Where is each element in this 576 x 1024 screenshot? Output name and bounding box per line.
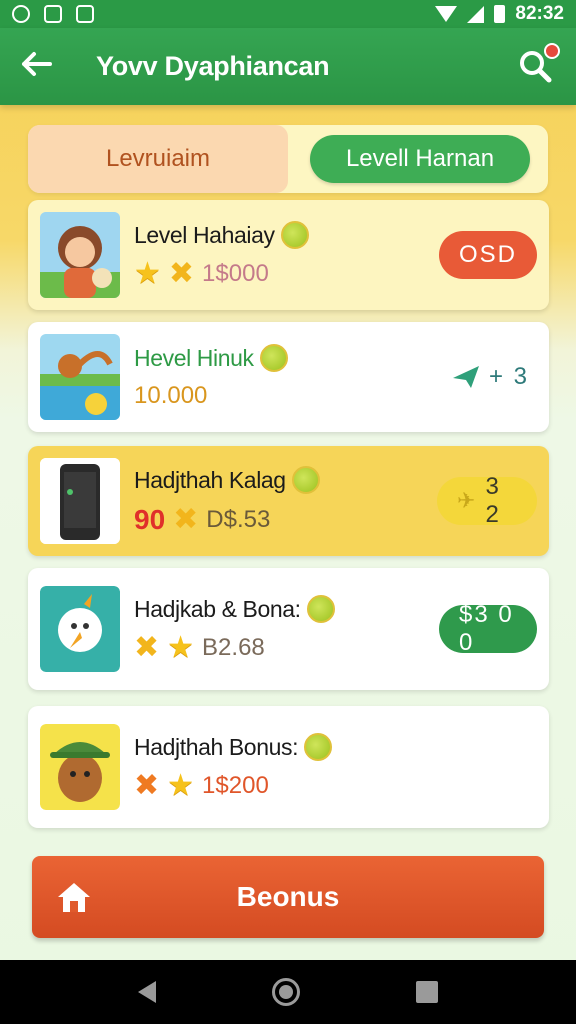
star-icon: ★ [167, 769, 195, 802]
item-thumbnail [40, 458, 120, 544]
search-button[interactable] [516, 42, 560, 87]
back-button[interactable] [20, 49, 60, 85]
cross-icon: ✖ [173, 503, 199, 536]
status-icons-left [12, 5, 94, 23]
item-title-row: Level Hahaiay [134, 221, 439, 249]
item-title-row: Hadjthah Kalag [134, 466, 437, 494]
item-badge-label: 3 2 [485, 473, 501, 528]
item-badge-button[interactable]: OSD [439, 231, 537, 279]
notification-icon [12, 5, 30, 23]
item-value: 1$000 [202, 260, 269, 287]
nav-home-icon[interactable] [272, 978, 300, 1006]
list-item[interactable]: Hadjthah Bonus: ✖ ★ 1$200 [28, 706, 549, 828]
item-title-row: Hevel Hinuk [134, 344, 443, 372]
item-value: D$.53 [206, 506, 271, 533]
item-info: Hevel Hinuk 10.000 [134, 344, 443, 410]
list-item[interactable]: Hevel Hinuk 10.000 + 3 [28, 322, 549, 432]
battery-icon [494, 5, 506, 23]
item-title-row: Hadjkab & Bona: [134, 595, 439, 623]
potato-hat-icon [40, 724, 120, 810]
item-prefix: 90 [134, 504, 166, 535]
coin-icon [306, 595, 335, 623]
coin-icon [304, 733, 333, 761]
chick-icon [40, 586, 120, 672]
plane-icon [452, 366, 479, 388]
item-thumbnail [40, 212, 120, 298]
item-info: Hadjthah Bonus: ✖ ★ 1$200 [134, 733, 537, 801]
girl-avatar-icon [40, 212, 120, 298]
item-stats: ✖ ★ 1$200 [134, 771, 537, 801]
nav-back-icon[interactable] [138, 981, 156, 1003]
item-info: Level Hahaiay ★ ✖ 1$000 [134, 221, 439, 289]
item-stats: ✖ ★ B2.68 [134, 633, 439, 663]
list-item[interactable]: Hadjthah Kalag 90 ✖ D$.53 ✈ 3 2 [28, 446, 549, 556]
item-title: Hadjthah Bonus: [134, 733, 299, 760]
phone-device-icon [40, 458, 120, 544]
gift-icon: ✈ [457, 488, 478, 513]
cross-icon: ✖ [134, 769, 160, 802]
list-item[interactable]: Level Hahaiay ★ ✖ 1$000 OSD [28, 200, 549, 310]
calendar-icon [44, 5, 62, 23]
coin-icon [280, 221, 309, 249]
item-info: Hadjkab & Bona: ✖ ★ B2.68 [134, 595, 439, 663]
tab-right[interactable]: Levell Harnan [310, 135, 530, 183]
cross-icon: ✖ [134, 631, 160, 664]
item-title: Hadjkab & Bona: [134, 595, 301, 622]
bonus-button-label: Beonus [236, 881, 340, 912]
item-thumbnail [40, 586, 120, 672]
system-nav-bar [0, 960, 576, 1024]
coin-icon [291, 466, 320, 494]
item-stats: 90 ✖ D$.53 [134, 504, 437, 536]
status-time: 82:32 [515, 3, 564, 24]
item-value: B2.68 [202, 634, 265, 661]
fox-scene-icon [40, 334, 120, 420]
coin-icon [259, 344, 288, 372]
cross-icon: ✖ [168, 257, 195, 290]
notification-dot [544, 42, 560, 59]
item-title-row: Hadjthah Bonus: [134, 733, 537, 761]
star-icon: ★ [167, 631, 195, 664]
item-thumbnail [40, 724, 120, 810]
nav-recents-icon[interactable] [416, 981, 438, 1003]
item-badge-button[interactable]: ✈ 3 2 [437, 473, 537, 528]
phone-icon [76, 5, 94, 23]
item-thumbnail [40, 334, 120, 420]
app-bar: Yovv Dyaphiancan [0, 28, 576, 105]
item-badge-button[interactable]: + 3 [443, 353, 537, 401]
bonus-button[interactable]: Beonus [32, 856, 544, 938]
app-title: Yovv Dyaphiancan [96, 51, 330, 81]
item-title: Hadjthah Kalag [134, 466, 286, 493]
item-value: 1$200 [202, 772, 269, 799]
signal-icon [467, 5, 485, 23]
item-stats: 10.000 [134, 382, 443, 410]
item-info: Hadjthah Kalag 90 ✖ D$.53 [134, 466, 437, 536]
tab-bar: Levruiaim Levell Harnan [28, 125, 548, 193]
item-badge-label: + 3 [488, 363, 529, 390]
tab-left[interactable]: Levruiaim [28, 125, 288, 193]
status-icons-right: 82:32 [435, 3, 564, 25]
item-title: Level Hahaiay [134, 221, 275, 248]
item-value: 10.000 [134, 382, 208, 409]
item-badge-button[interactable]: $3 0 0 [439, 601, 537, 656]
home-icon [58, 883, 90, 912]
star-icon: ★ [134, 257, 161, 290]
arrow-left-icon [22, 51, 52, 76]
wifi-icon [435, 6, 458, 22]
item-stats: ★ ✖ 1$000 [134, 259, 439, 289]
item-title: Hevel Hinuk [134, 344, 254, 371]
list-item[interactable]: Hadjkab & Bona: ✖ ★ B2.68 $3 0 0 [28, 568, 549, 690]
status-bar: 82:32 [0, 0, 576, 28]
